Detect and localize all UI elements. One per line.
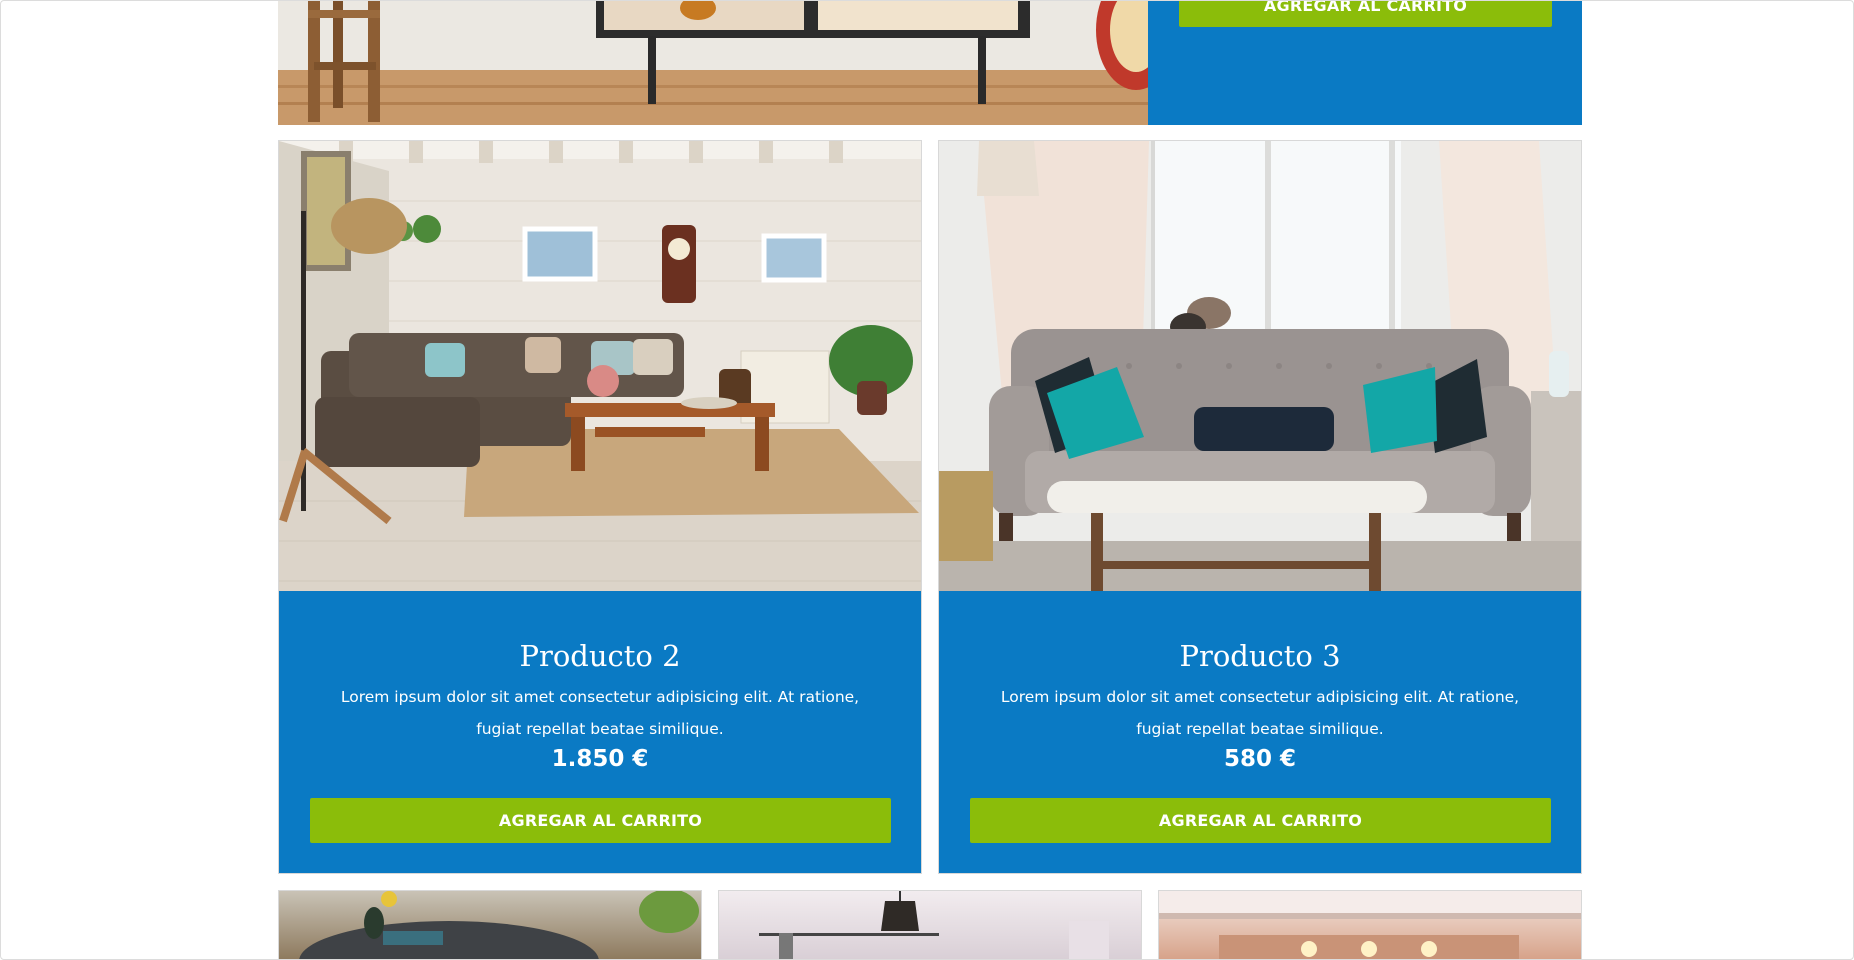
add-to-cart-button[interactable]: AGREGAR AL CARRITO — [970, 798, 1551, 843]
product-1-image — [278, 0, 1148, 125]
product-description: Lorem ipsum dolor sit amet consectetur a… — [340, 687, 860, 738]
ceiling-lights-room-photo — [1159, 891, 1581, 959]
add-to-cart-button[interactable]: AGREGAR AL CARRITO — [310, 798, 891, 843]
grey-sofa-with-cat-photo — [939, 141, 1581, 591]
product-title: Producto 3 — [1179, 639, 1341, 674]
product-card-5-image — [718, 890, 1142, 960]
product-price: 1.850 € — [551, 746, 649, 772]
product-1-info: AGREGAR AL CARRITO — [1148, 0, 1582, 125]
product-price: 580 € — [1223, 746, 1297, 772]
add-to-cart-button[interactable]: AGREGAR AL CARRITO — [1179, 0, 1552, 27]
product-card-2: Producto 2 Lorem ipsum dolor sit amet co… — [278, 140, 922, 874]
bedroom-pendant-lamp-photo — [759, 891, 1109, 959]
product-description: Lorem ipsum dolor sit amet consectetur a… — [1000, 687, 1520, 738]
dining-table-photo — [299, 891, 699, 959]
product-2-image — [279, 141, 921, 591]
sideboard-stool-photo — [278, 0, 1148, 125]
product-card-6-image — [1158, 890, 1582, 960]
product-title: Producto 2 — [519, 639, 681, 674]
product-2-info: Producto 2 Lorem ipsum dolor sit amet co… — [279, 591, 921, 873]
product-card-3: Producto 3 Lorem ipsum dolor sit amet co… — [938, 140, 1582, 874]
product-3-info: Producto 3 Lorem ipsum dolor sit amet co… — [939, 591, 1581, 873]
living-room-brown-sofa-photo — [279, 141, 921, 591]
product-card-1: AGREGAR AL CARRITO — [278, 0, 1582, 125]
product-3-image — [939, 141, 1581, 591]
product-card-4-image — [278, 890, 702, 960]
